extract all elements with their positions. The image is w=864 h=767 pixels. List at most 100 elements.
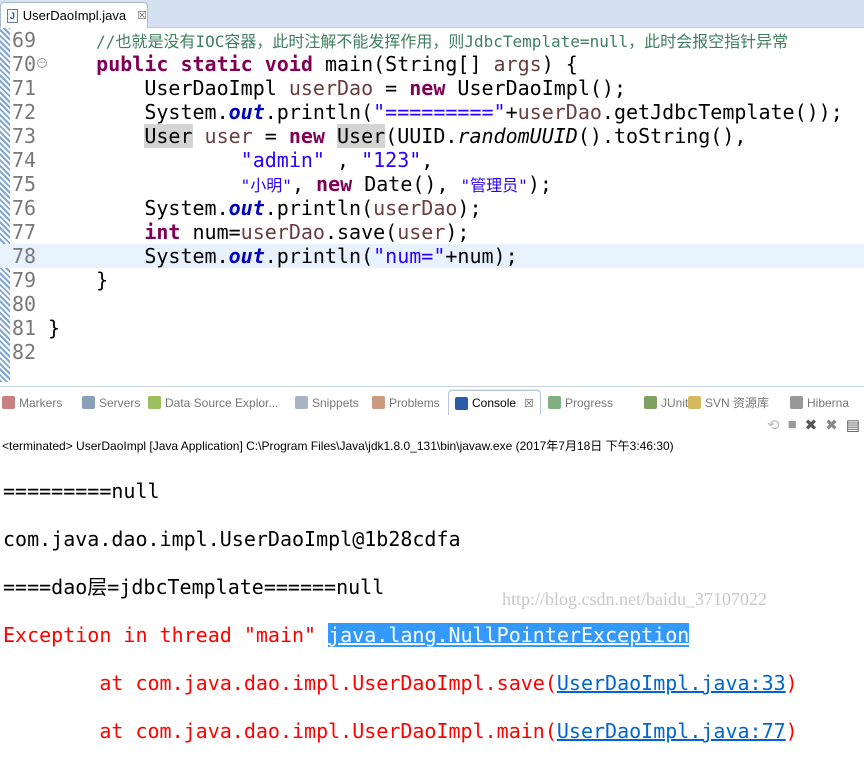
snippets-icon bbox=[295, 396, 308, 409]
view-tab-progress[interactable]: Progress bbox=[548, 390, 613, 415]
console-line-text: com.java.dao.impl.UserDaoImpl@1b28cdfa bbox=[3, 527, 461, 551]
view-tab-junit[interactable]: JUnit bbox=[644, 390, 688, 415]
code-token: = bbox=[252, 124, 289, 148]
console-line: =========null bbox=[3, 479, 160, 503]
view-tab-label: JUnit bbox=[661, 395, 689, 410]
line-number: 74 bbox=[12, 148, 37, 172]
code-line[interactable]: 79 } bbox=[0, 268, 864, 292]
exception-line: Exception in thread "main" java.lang.Nul… bbox=[3, 623, 861, 647]
code-line[interactable]: 82 bbox=[0, 340, 864, 364]
source-link[interactable]: UserDaoImpl.java:33 bbox=[557, 671, 786, 695]
code-token: userDao bbox=[240, 220, 325, 244]
console-line: com.java.dao.impl.UserDaoImpl@1b28cdfa bbox=[3, 527, 861, 551]
console-toolbar: ⟲ ■ ✖ ✖ ▤ bbox=[767, 416, 860, 434]
editor-tab-userdaoimpl[interactable]: J UserDaoImpl.java ☒ bbox=[0, 2, 148, 28]
line-number: 77 bbox=[12, 220, 37, 244]
code-token: .println( bbox=[264, 100, 374, 124]
close-tab-icon[interactable]: ☒ bbox=[524, 397, 534, 410]
code-token: System. bbox=[48, 196, 229, 220]
code-token: System. bbox=[48, 100, 229, 124]
code-line[interactable]: 73 User user = new User(UUID.randomUUID(… bbox=[0, 124, 864, 148]
exception-class-link[interactable]: java.lang.NullPointerException bbox=[328, 623, 690, 647]
code-text: "小明", new Date(), "管理员"); bbox=[48, 172, 552, 198]
code-line[interactable]: 72 System.out.println("========="+userDa… bbox=[0, 100, 864, 124]
code-token: + bbox=[505, 100, 518, 124]
watermark: http://blog.csdn.net/baidu_37107022 bbox=[502, 589, 767, 609]
view-tab-label: Servers bbox=[99, 395, 141, 410]
line-number: 70 bbox=[12, 52, 37, 76]
code-text: UserDaoImpl userDao = new UserDaoImpl(); bbox=[48, 76, 626, 100]
view-tab-svn[interactable]: SVN 资源库 bbox=[688, 390, 769, 415]
line-number: 82 bbox=[12, 340, 37, 364]
line-number: 75 bbox=[12, 172, 37, 196]
code-text: System.out.println("========="+userDao.g… bbox=[48, 100, 843, 124]
code-line[interactable]: 75 "小明", new Date(), "管理员"); bbox=[0, 172, 864, 196]
source-link[interactable]: UserDaoImpl.java:77 bbox=[557, 719, 786, 743]
code-line[interactable]: 69 //也就是没有IOC容器，此时注解不能发挥作用，则JdbcTemplate… bbox=[0, 28, 864, 52]
view-tab-label: Snippets bbox=[312, 395, 359, 410]
code-token: .println( bbox=[264, 196, 374, 220]
terminate-icon[interactable]: ■ bbox=[788, 416, 797, 434]
close-tab-icon[interactable]: ☒ bbox=[137, 9, 147, 22]
code-line[interactable]: 80 bbox=[0, 292, 864, 316]
code-line[interactable]: 74 "admin" , "123", bbox=[0, 148, 864, 172]
editor-tab-bar: J UserDaoImpl.java ☒ bbox=[0, 0, 864, 28]
code-line[interactable]: 77 int num=userDao.save(user); bbox=[0, 220, 864, 244]
code-token: "admin" bbox=[240, 148, 325, 172]
code-token: +num); bbox=[445, 244, 518, 268]
remove-launch-icon[interactable]: ✖ bbox=[805, 416, 818, 434]
pin-icon[interactable]: ⟲ bbox=[767, 416, 780, 434]
line-number: 81 bbox=[12, 316, 37, 340]
code-editor[interactable]: 69 //也就是没有IOC容器，此时注解不能发挥作用，则JdbcTemplate… bbox=[0, 28, 864, 382]
code-token: .getJdbcTemplate()); bbox=[601, 100, 843, 124]
hibernate-icon bbox=[790, 396, 803, 409]
code-token: "123" bbox=[361, 148, 422, 172]
line-number: 79 bbox=[12, 268, 37, 292]
code-text: System.out.println("num="+num); bbox=[48, 244, 518, 268]
remove-all-icon[interactable]: ✖ bbox=[825, 416, 838, 434]
view-tab-markers[interactable]: Markers bbox=[2, 390, 62, 415]
line-number: 69 bbox=[12, 28, 37, 52]
view-tab-hiberna[interactable]: Hiberna bbox=[790, 390, 849, 415]
code-token: user bbox=[397, 220, 446, 244]
code-token: args bbox=[493, 52, 542, 76]
code-token: num= bbox=[180, 220, 241, 244]
console-icon bbox=[455, 396, 468, 410]
code-token: ); bbox=[527, 172, 552, 196]
code-line[interactable]: 71 UserDaoImpl userDao = new UserDaoImpl… bbox=[0, 76, 864, 100]
console-output[interactable]: =========null com.java.dao.impl.UserDaoI… bbox=[3, 455, 861, 767]
svn-icon bbox=[688, 396, 701, 409]
java-file-icon: J bbox=[7, 8, 18, 23]
code-line[interactable]: 70− public static void main(String[] arg… bbox=[0, 52, 864, 76]
code-token: randomUUID bbox=[457, 124, 578, 148]
line-number: 71 bbox=[12, 76, 37, 100]
fold-collapse-icon[interactable]: − bbox=[37, 58, 47, 68]
view-tab-snippets[interactable]: Snippets bbox=[295, 390, 359, 415]
view-tab-label: Data Source Explor... bbox=[165, 395, 279, 410]
code-line[interactable]: 81} bbox=[0, 316, 864, 340]
code-line[interactable]: 76 System.out.println(userDao); bbox=[0, 196, 864, 220]
view-tab-label: Hiberna bbox=[807, 395, 850, 410]
view-tab-problems[interactable]: Problems bbox=[372, 390, 440, 415]
code-token: "管理员" bbox=[460, 176, 528, 195]
view-tab-console[interactable]: Console ☒ bbox=[448, 390, 541, 415]
line-number: 73 bbox=[12, 124, 37, 148]
code-token: , bbox=[324, 148, 362, 172]
code-token: System. bbox=[48, 244, 229, 268]
code-text: int num=userDao.save(user); bbox=[48, 220, 469, 244]
line-number: 78 bbox=[12, 244, 37, 268]
code-token: out bbox=[228, 100, 265, 124]
view-tab-data-source-explor[interactable]: Data Source Explor... bbox=[148, 390, 278, 415]
line-number: 80 bbox=[12, 292, 37, 316]
code-line[interactable]: 78 System.out.println("num="+num); bbox=[0, 244, 864, 268]
views-tab-bar: Markers Servers Data Source Explor... Snipp… bbox=[0, 386, 864, 415]
new-console-icon[interactable]: ▤ bbox=[846, 416, 860, 434]
code-text: //也就是没有IOC容器，此时注解不能发挥作用，则JdbcTemplate=nu… bbox=[48, 28, 788, 54]
view-tab-servers[interactable]: Servers bbox=[82, 390, 140, 415]
code-token: } bbox=[48, 316, 61, 340]
exception-prefix: Exception in thread "main" bbox=[3, 623, 329, 647]
